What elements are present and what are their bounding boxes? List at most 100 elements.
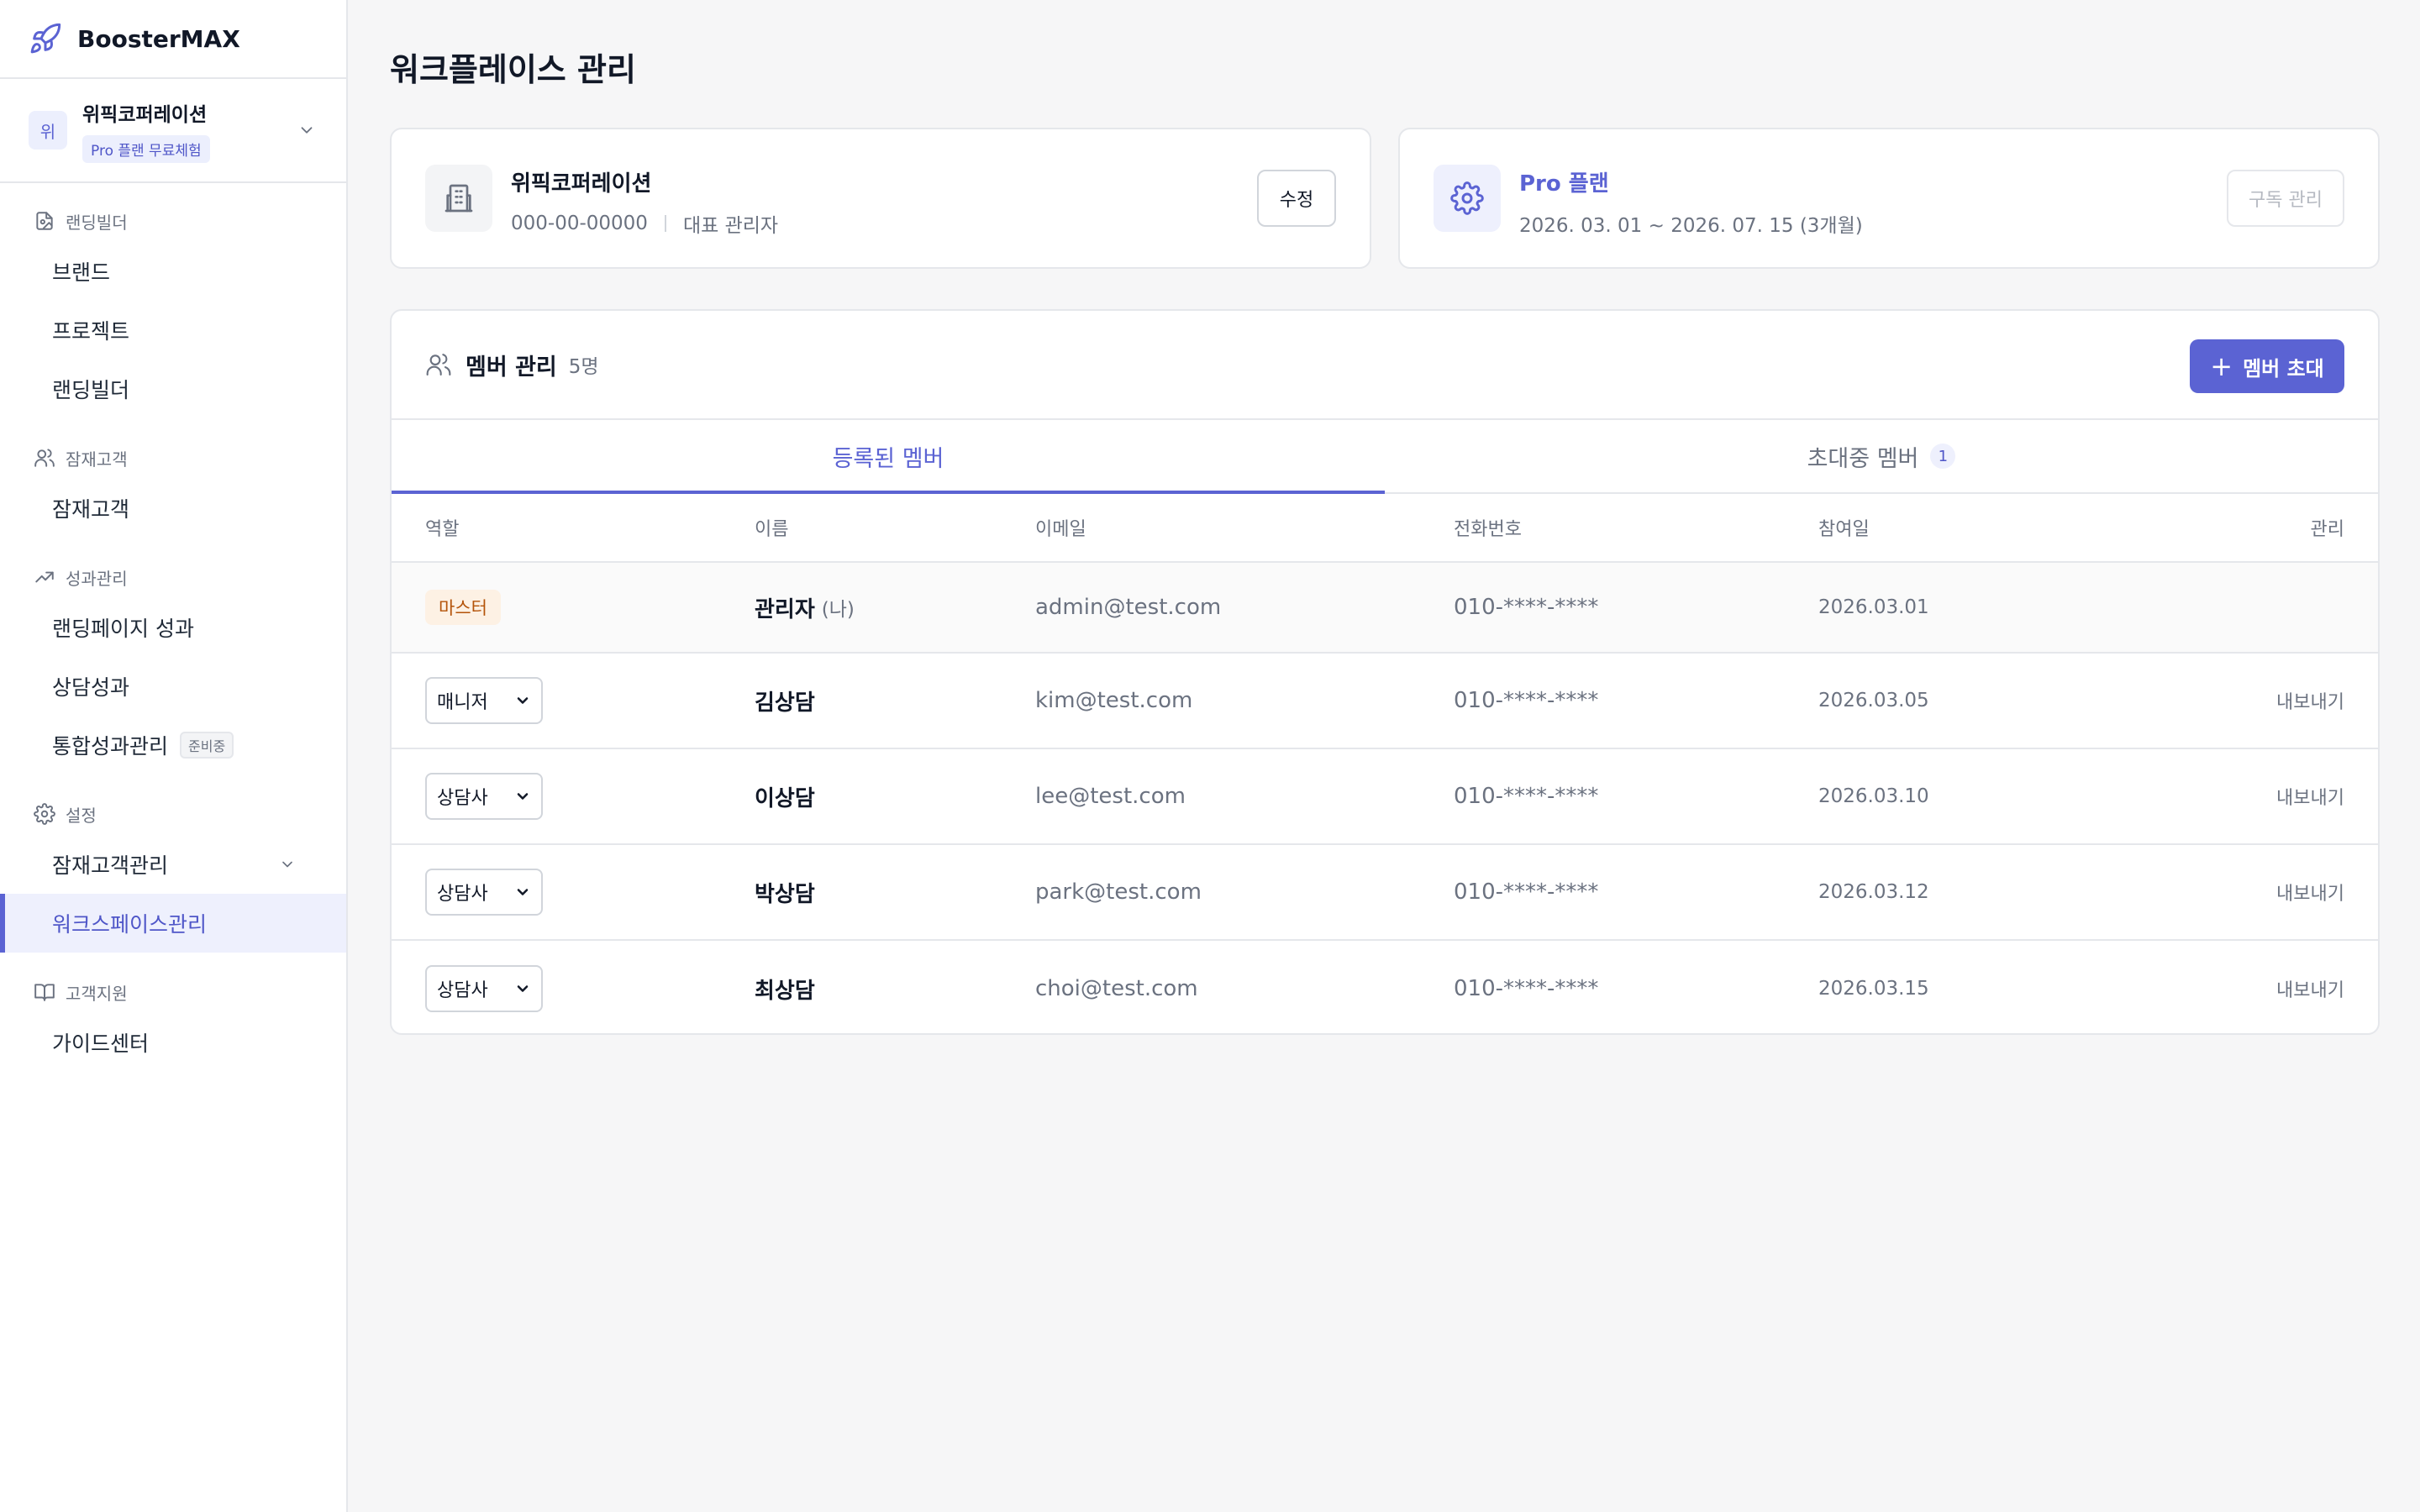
role-select-value: 상담사 [437,980,488,1001]
invite-count-badge: 1 [1930,444,1956,469]
chevron-down-icon [517,985,529,992]
member-email: kim@test.com [1035,688,1193,713]
user-role: 대표 관리자 [682,215,779,237]
workspace-avatar: 위 [29,111,67,150]
member-name: 박상담 [755,881,815,907]
role-select[interactable]: 상담사 [425,965,543,1012]
sidebar-item-consult-performance[interactable]: 상담성과 [0,657,346,716]
users-icon [34,449,55,467]
role-select[interactable]: 상담사 [425,869,543,916]
member-joined-date: 2026.03.15 [1818,978,1929,1000]
member-name: 최상담 [755,978,815,1004]
plan-name: Pro 플랜 [1519,171,1609,197]
sidebar-item-lead-management[interactable]: 잠재고객관리 [0,835,346,894]
page-title: 워크플레이스 관리 [390,51,636,88]
workspace-name: 위픽코퍼레이션 [82,103,208,126]
member-email: park@test.com [1035,879,1202,905]
users-icon [426,354,451,376]
nav-group-performance: 성과관리 [0,556,346,598]
edit-button[interactable]: 수정 [1257,170,1336,227]
member-tabs: 등록된 멤버 초대중 멤버 1 [392,420,2378,494]
column-header-phone: 전화번호 [1454,519,1522,540]
member-phone: 010-****-**** [1454,595,1599,620]
plan-trial-badge: Pro 플랜 무료체험 [82,134,210,163]
sidebar-item-landing-builder[interactable]: 랜딩빌더 [0,360,346,418]
invite-label: 멤버 초대 [2243,356,2324,381]
workspace-switcher[interactable]: 위 위픽코퍼레이션 Pro 플랜 무료체험 [0,79,346,183]
nav-group-title: 성과관리 [66,568,128,589]
chevron-down-icon [517,697,529,704]
table-row: 상담사 최상담 choi@test.com 010-****-**** 2026… [392,941,2378,1037]
sidebar-item-label: 통합성과관리 [52,734,169,759]
sidebar-item-workspace-management[interactable]: 워크스페이스관리 [0,894,346,953]
member-phone: 010-****-**** [1454,784,1599,809]
sidebar-item-integrated-performance[interactable]: 통합성과관리 준비중 [0,716,346,774]
role-select-value: 매니저 [437,692,488,713]
business-number: 000-00-00000 [511,213,648,234]
column-header-email: 이메일 [1035,519,1086,540]
member-name: 김상담 [755,690,815,716]
trend-up-icon [35,571,54,583]
landing-builder-icon [36,212,53,230]
brand-name: BoosterMAX [77,24,240,53]
member-email: lee@test.com [1035,784,1186,809]
tab-label: 등록된 멤버 [832,445,944,472]
sidebar-nav: 랜딩빌더 브랜드 프로젝트 랜딩빌더 잠재고객 잠재고객 성과관리 랜딩페이지 … [0,183,346,1072]
building-icon [445,184,473,213]
column-header-name: 이름 [755,519,789,540]
nav-group-support: 고객지원 [0,971,346,1013]
rocket-icon [30,23,61,54]
workspace-icon-box [425,165,492,232]
book-icon [34,984,55,1001]
sidebar-item-project[interactable]: 프로젝트 [0,301,346,360]
column-header-role: 역할 [425,519,460,540]
member-name: 이상담 [755,785,815,811]
member-phone: 010-****-**** [1454,688,1599,713]
me-indicator: (나) [821,599,855,621]
nav-group-leads: 잠재고객 [0,437,346,479]
tab-invited-members[interactable]: 초대중 멤버 1 [1385,420,2378,492]
member-header: 멤버 관리 5명 + 멤버 초대 [392,311,2378,420]
nav-group-title: 고객지원 [66,983,128,1004]
member-title: 멤버 관리 [466,354,557,381]
chevron-down-icon [282,861,292,868]
invite-member-button[interactable]: + 멤버 초대 [2190,339,2344,393]
sidebar-item-label: 잠재고객관리 [52,853,169,878]
workspace-info-card: 위픽코퍼레이션 000-00-00000 대표 관리자 수정 [390,128,1371,269]
member-joined-date: 2026.03.05 [1818,690,1929,711]
table-row: 상담사 박상담 park@test.com 010-****-**** 2026… [392,845,2378,941]
sidebar-item-leads[interactable]: 잠재고객 [0,479,346,538]
gear-icon [34,803,55,825]
manage-subscription-button[interactable]: 구독 관리 [2227,170,2344,227]
remove-member-link[interactable]: 내보내기 [2276,975,2344,1002]
sidebar: BoosterMAX 위 위픽코퍼레이션 Pro 플랜 무료체험 랜딩빌더 브랜… [0,0,348,1512]
divider [664,215,666,232]
table-row: 매니저 김상담 kim@test.com 010-****-**** 2026.… [392,654,2378,749]
member-joined-date: 2026.03.01 [1818,596,1929,618]
chevron-down-icon [517,889,529,895]
gear-icon [1450,181,1484,215]
role-select-value: 상담사 [437,788,488,809]
remove-member-link[interactable]: 내보내기 [2276,879,2344,906]
sidebar-item-guide-center[interactable]: 가이드센터 [0,1013,346,1072]
table-header: 역할 이름 이메일 전화번호 참여일 관리 [392,494,2378,563]
nav-group-settings: 설정 [0,793,346,835]
nav-group-title: 설정 [66,805,97,826]
member-joined-date: 2026.03.10 [1818,785,1929,807]
remove-member-link[interactable]: 내보내기 [2276,783,2344,810]
tab-registered-members[interactable]: 등록된 멤버 [392,420,1385,494]
sidebar-item-landing-performance[interactable]: 랜딩페이지 성과 [0,598,346,657]
member-joined-date: 2026.03.12 [1818,881,1929,903]
brand[interactable]: BoosterMAX [0,0,346,79]
member-name: 관리자 [755,596,815,622]
role-select[interactable]: 매니저 [425,677,543,724]
member-email: admin@test.com [1035,595,1222,620]
main-content: 워크플레이스 관리 위픽코퍼레이션 000-00-00000 대표 관리자 수정… [348,0,2420,1512]
chevron-down-icon [517,793,529,800]
remove-member-link[interactable]: 내보내기 [2276,687,2344,714]
tab-label: 초대중 멤버 [1807,445,1919,472]
role-select[interactable]: 상담사 [425,773,543,820]
workspace-name: 위픽코퍼레이션 [511,171,652,197]
plan-icon-box [1434,165,1501,232]
sidebar-item-brand[interactable]: 브랜드 [0,242,346,301]
